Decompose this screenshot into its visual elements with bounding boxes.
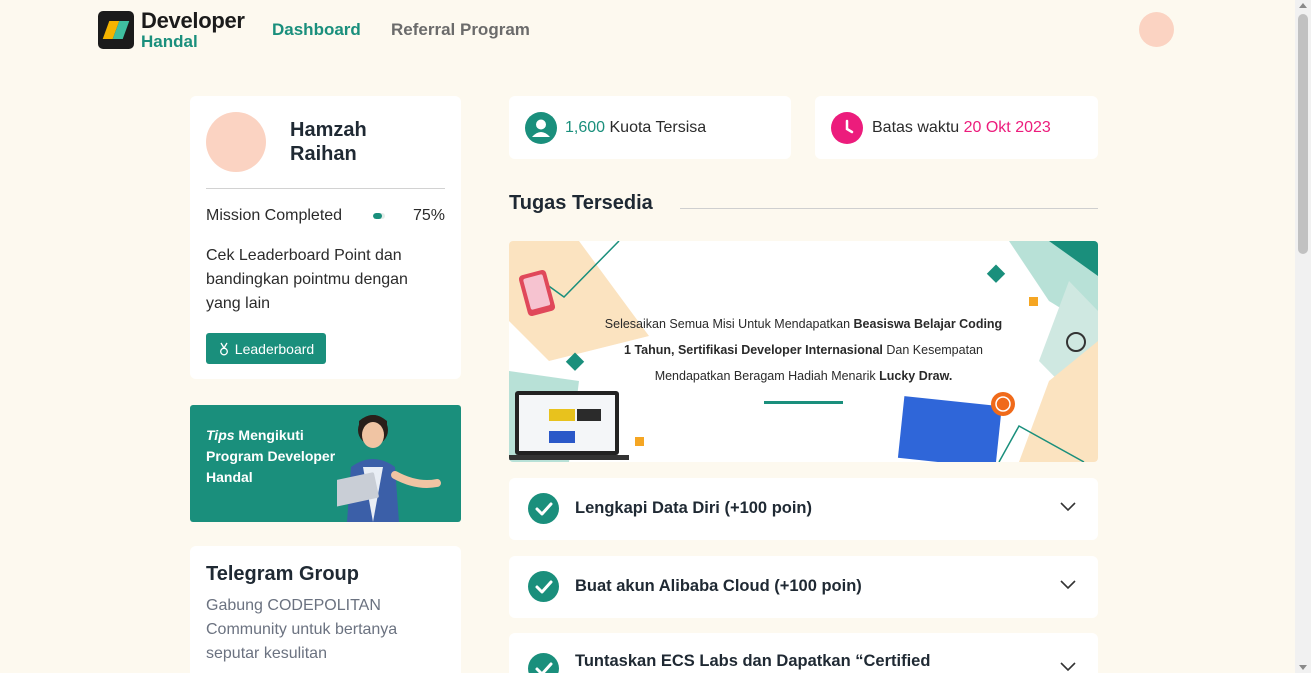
scroll-up-icon[interactable] <box>1299 3 1307 8</box>
user-avatar[interactable] <box>1139 12 1174 47</box>
chevron-down-icon[interactable] <box>1060 662 1076 672</box>
task-item[interactable]: Lengkapi Data Diri (+100 poin) <box>509 478 1098 540</box>
banner-line3-bold: Lucky Draw. <box>879 369 953 383</box>
user-icon <box>525 112 557 144</box>
banner-line1-bold: Beasiswa Belajar Coding <box>853 317 1003 331</box>
telegram-group-card: Telegram Group Gabung CODEPOLITAN Commun… <box>190 546 461 673</box>
leaderboard-button-label: Leaderboard <box>234 340 315 357</box>
page-scrollbar[interactable] <box>1295 0 1311 673</box>
task-title: Buat akun Alibaba Cloud (+100 poin) <box>575 577 862 595</box>
chevron-down-icon[interactable] <box>1060 502 1076 512</box>
deadline-value: 20 Okt 2023 <box>963 119 1051 136</box>
mission-progress-fill <box>373 213 382 219</box>
scroll-thumb[interactable] <box>1298 14 1308 254</box>
scroll-down-icon[interactable] <box>1299 665 1307 670</box>
mission-progress-bar <box>373 213 385 219</box>
mission-banner: Selesaikan Semua Misi Untuk Mendapatkan … <box>509 241 1098 462</box>
profile-card: Hamzah Raihan Mission Completed 75% Cek … <box>190 96 461 379</box>
logo[interactable]: Developer Handal <box>98 10 245 50</box>
mission-label: Mission Completed <box>206 207 343 224</box>
chevron-down-icon[interactable] <box>1060 580 1076 590</box>
banner-line1: Selesaikan Semua Misi Untuk Mendapatkan <box>604 317 854 331</box>
section-title: Tugas Tersedia <box>509 192 653 214</box>
quota-label: Kuota Tersisa <box>605 119 707 136</box>
top-navbar: Developer Handal Dashboard Referral Prog… <box>0 0 1295 60</box>
task-item[interactable]: Tuntaskan ECS Labs dan Dapatkan “Certifi… <box>509 633 1098 673</box>
quota-value: 1,600 <box>565 119 606 136</box>
check-circle-icon <box>528 493 559 524</box>
task-title: Tuntaskan ECS Labs dan Dapatkan “Certifi… <box>575 652 931 670</box>
check-circle-icon <box>528 653 559 673</box>
tips-banner[interactable]: Tips Mengikuti Program Developer Handal <box>190 405 461 522</box>
task-item[interactable]: Buat akun Alibaba Cloud (+100 poin) <box>509 556 1098 618</box>
tips-italic: Tips <box>206 427 235 443</box>
logo-title: Developer <box>141 8 245 33</box>
clock-icon <box>831 112 863 144</box>
banner-line2: Dan Kesempatan <box>882 343 983 357</box>
leaderboard-button[interactable]: Leaderboard <box>206 333 326 364</box>
logo-icon <box>98 11 134 49</box>
logo-subtitle: Handal <box>141 32 198 51</box>
task-title: Lengkapi Data Diri (+100 poin) <box>575 499 813 517</box>
quota-card: 1,600 Kuota Tersisa <box>509 96 791 159</box>
deadline-card: Batas waktu 20 Okt 2023 <box>815 96 1098 159</box>
banner-line3: Mendapatkan Beragam Hadiah Menarik <box>654 369 880 383</box>
medal-icon <box>219 342 228 355</box>
mission-percent: 75% <box>412 207 445 224</box>
nav-dashboard[interactable]: Dashboard <box>272 20 361 40</box>
person-illustration <box>337 415 441 522</box>
telegram-title: Telegram Group <box>206 563 359 585</box>
banner-underline <box>764 401 843 404</box>
banner-line2-bold: 1 Tahun, Sertifikasi Developer Internasi… <box>624 343 883 357</box>
divider <box>206 188 445 189</box>
nav-referral-program[interactable]: Referral Program <box>391 20 530 40</box>
leaderboard-description: Cek Leaderboard Point dan bandingkan poi… <box>206 247 408 312</box>
telegram-description: Gabung CODEPOLITAN Community untuk berta… <box>206 597 398 662</box>
check-circle-icon <box>528 571 559 602</box>
deadline-label: Batas waktu <box>872 119 964 136</box>
profile-name: Hamzah Raihan <box>290 119 367 165</box>
profile-avatar <box>206 112 266 172</box>
section-divider <box>680 208 1098 209</box>
